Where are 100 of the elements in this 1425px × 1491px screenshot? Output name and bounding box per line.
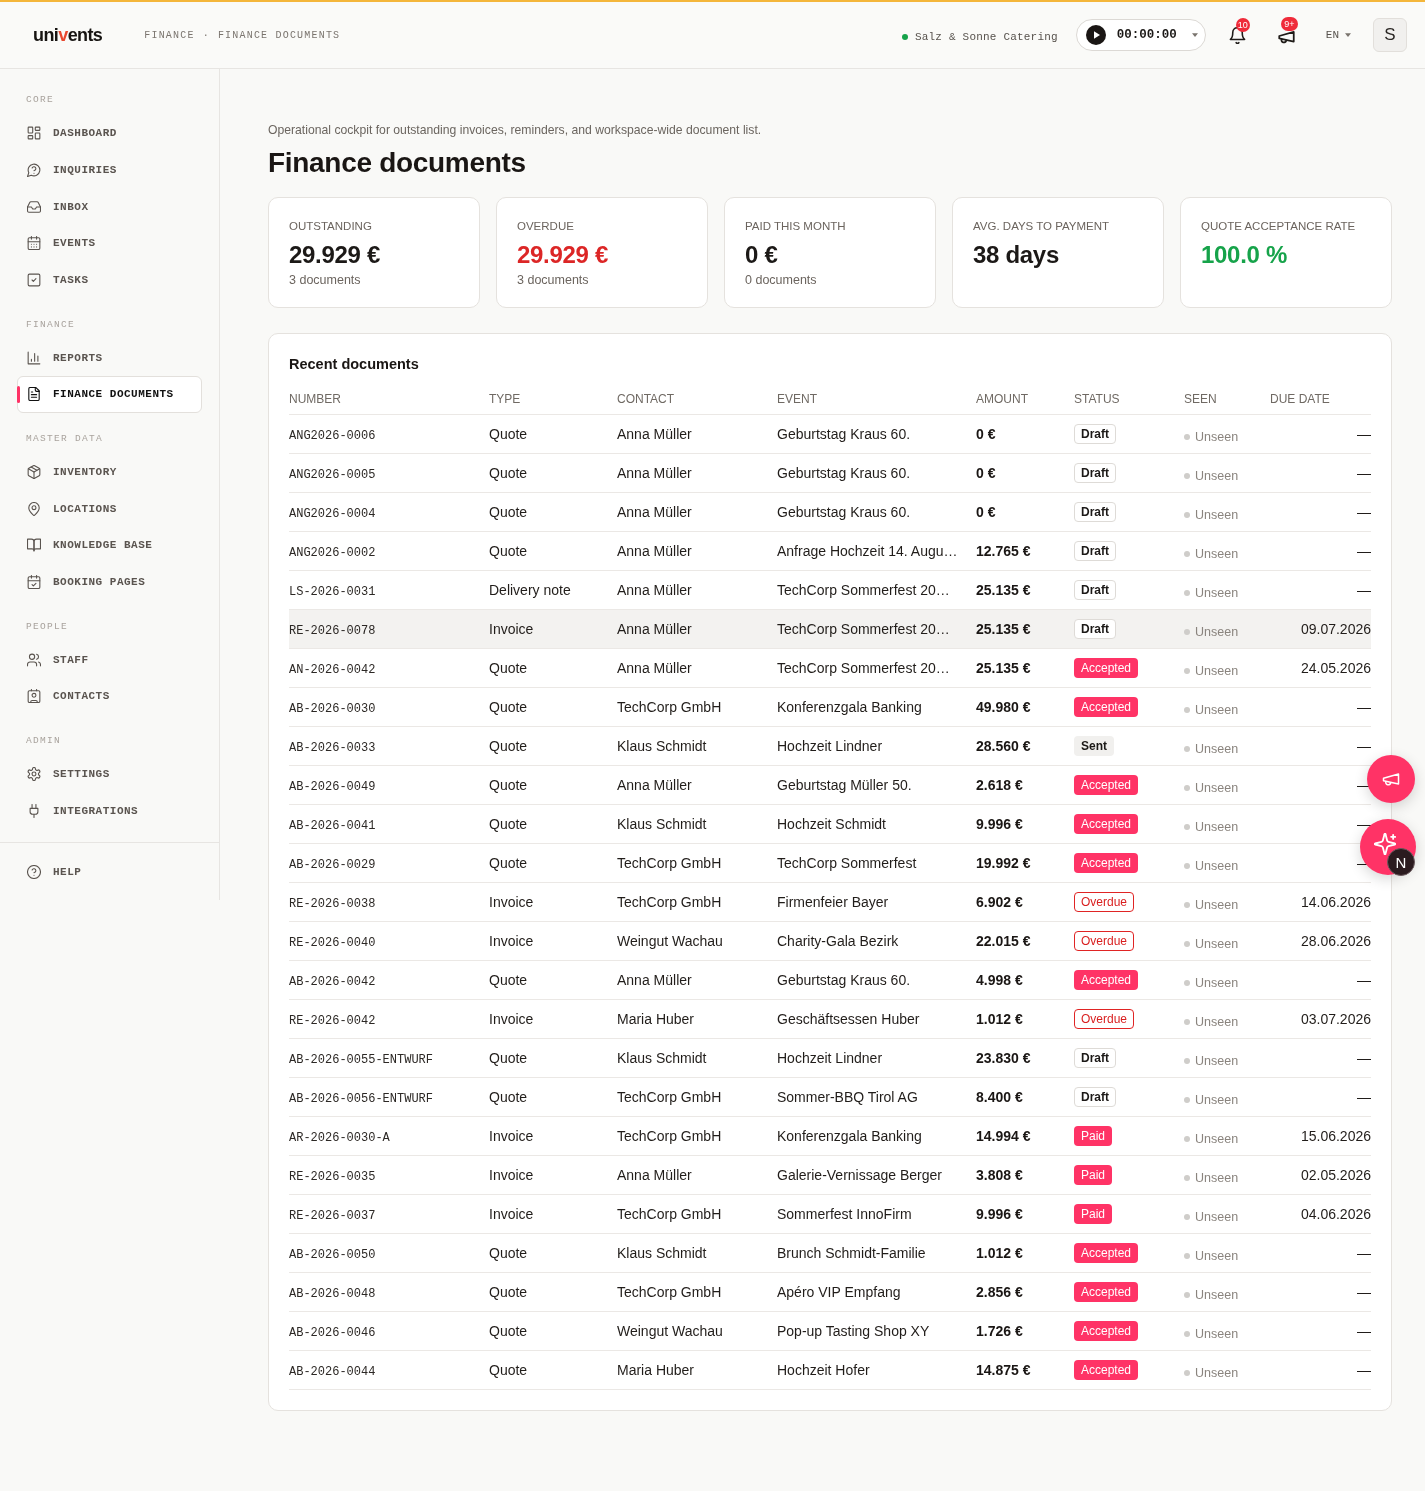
- event-name: Geburtstag Kraus 60.: [777, 465, 911, 481]
- due-date: —: [1357, 1050, 1371, 1066]
- table-row[interactable]: AB-2026-0044 Quote Maria Huber Hochzeit Hofer 14.875 € Accepted Unseen —: [289, 1350, 1371, 1390]
- sidebar-item[interactable]: INQUIRIES: [17, 151, 202, 189]
- sidebar-item[interactable]: DASHBOARD: [17, 114, 202, 152]
- document-type: Quote: [489, 426, 528, 442]
- table-row[interactable]: ANG2026-0002 Quote Anna Müller Anfrage Hochzeit 14. Augu… 12.765 € Draft Unseen —: [289, 531, 1371, 571]
- event-name: Firmenfeier Bayer: [777, 894, 889, 910]
- seen-status: Unseen: [1195, 546, 1239, 561]
- table-row[interactable]: RE-2026-0035 Invoice Anna Müller Galerie-Vernissage Berger 3.808 € Paid Unseen 02.05.2026: [289, 1155, 1371, 1195]
- due-date: 04.06.2026: [1300, 1206, 1371, 1222]
- column-header[interactable]: TYPE: [489, 392, 521, 406]
- contact-name: Maria Huber: [617, 1011, 695, 1027]
- sidebar-item[interactable]: STAFF: [17, 641, 202, 678]
- seen-status: Unseen: [1195, 1248, 1239, 1263]
- due-date: —: [1357, 816, 1371, 832]
- sidebar-item[interactable]: KNOWLEDGE BASE: [17, 527, 202, 564]
- map-pin-icon: [27, 501, 41, 516]
- calendar-check-icon: [27, 575, 41, 590]
- amount: 1.012 €: [976, 1245, 1023, 1261]
- sidebar-item[interactable]: INBOX: [17, 188, 202, 225]
- table-row[interactable]: AN-2026-0042 Quote Anna Müller TechCorp Sommerfest 20… 25.135 € Accepted Unseen 24.05.2026: [289, 648, 1371, 688]
- dot-icon: [1184, 1057, 1190, 1064]
- table-row[interactable]: RE-2026-0042 Invoice Maria Huber Geschäftsessen Huber 1.012 € Overdue Unseen 03.07.2026: [289, 999, 1371, 1039]
- document-number: LS-2026-0031: [289, 584, 376, 599]
- event-name: Pop-up Tasting Shop XY: [777, 1323, 930, 1339]
- amount: 25.135 €: [976, 621, 1031, 637]
- event-name: Geburtstag Kraus 60.: [777, 972, 911, 988]
- table-row[interactable]: ANG2026-0004 Quote Anna Müller Geburtstag Kraus 60. 0 € Draft Unseen —: [289, 492, 1371, 532]
- document-type: Quote: [489, 972, 528, 988]
- settings-icon: [27, 766, 41, 781]
- column-header[interactable]: SEEN: [1184, 392, 1217, 406]
- sidebar-item[interactable]: FINANCE DOCUMENTS: [17, 376, 202, 413]
- sidebar-item[interactable]: HELP: [17, 853, 202, 890]
- breadcrumb-link[interactable]: FINANCE: [144, 29, 195, 41]
- table-row[interactable]: RE-2026-0037 Invoice TechCorp GmbH Sommerfest InnoFirm 9.996 € Paid Unseen 04.06.2026: [289, 1194, 1371, 1234]
- breadcrumb-link[interactable]: FINANCE DOCUMENTS: [217, 29, 341, 41]
- document-type: Quote: [489, 1323, 528, 1339]
- sidebar-item[interactable]: INTEGRATIONS: [17, 792, 202, 829]
- table-row[interactable]: AR-2026-0030-A Invoice TechCorp GmbH Konferenzgala Banking 14.994 € Paid Unseen 15.06.2026: [289, 1116, 1371, 1156]
- dot-icon: [1184, 472, 1190, 479]
- sidebar-item[interactable]: TASKS: [17, 261, 202, 299]
- table-row[interactable]: RE-2026-0078 Invoice Anna Müller TechCorp Sommerfest 20… 25.135 € Draft Unseen 09.07.2026: [289, 609, 1371, 649]
- table-row[interactable]: AB-2026-0050 Quote Klaus Schmidt Brunch Schmidt-Familie 1.012 € Accepted Unseen —: [289, 1233, 1371, 1273]
- sidebar-item[interactable]: EVENTS: [17, 225, 202, 262]
- status-badge: Sent: [1074, 736, 1114, 756]
- column-header[interactable]: CONTACT: [617, 392, 675, 406]
- table-row[interactable]: AB-2026-0055-ENTWURF Quote Klaus Schmidt Hochzeit Lindner 23.830 € Draft Unseen —: [289, 1038, 1371, 1078]
- section-label: CORE: [25, 93, 54, 107]
- document-type: Invoice: [489, 933, 534, 949]
- contact-name: TechCorp GmbH: [617, 699, 722, 715]
- contact-name: TechCorp GmbH: [617, 1206, 722, 1222]
- table-row[interactable]: AB-2026-0041 Quote Klaus Schmidt Hochzeit Schmidt 9.996 € Accepted Unseen —: [289, 804, 1371, 844]
- table-row[interactable]: AB-2026-0033 Quote Klaus Schmidt Hochzeit Lindner 28.560 € Sent Unseen —: [289, 726, 1371, 766]
- column-header[interactable]: DUE DATE: [1270, 392, 1330, 406]
- dot-icon: [1184, 1135, 1190, 1142]
- event-name: Geschäftsessen Huber: [777, 1011, 920, 1027]
- document-type: Quote: [489, 738, 528, 754]
- event-name: Hochzeit Lindner: [777, 738, 883, 754]
- kpi-value: 100.0 %: [1201, 240, 1287, 270]
- column-header[interactable]: STATUS: [1074, 392, 1120, 406]
- table-row[interactable]: RE-2026-0040 Invoice Weingut Wachau Charity-Gala Bezirk 22.015 € Overdue Unseen 28.06.2026: [289, 921, 1371, 961]
- section-label: ADMIN: [25, 733, 61, 748]
- caret-icon[interactable]: [1191, 33, 1198, 37]
- seen-status: Unseen: [1195, 429, 1239, 444]
- table-row[interactable]: AB-2026-0046 Quote Weingut Wachau Pop-up Tasting Shop XY 1.726 € Accepted Unseen —: [289, 1311, 1371, 1351]
- table-row[interactable]: AB-2026-0042 Quote Anna Müller Geburtstag Kraus 60. 4.998 € Accepted Unseen —: [289, 960, 1371, 1000]
- table-row[interactable]: AB-2026-0048 Quote TechCorp GmbH Apéro VIP Empfang 2.856 € Accepted Unseen —: [289, 1272, 1371, 1312]
- amount: 49.980 €: [976, 699, 1031, 715]
- table-row[interactable]: AB-2026-0056-ENTWURF Quote TechCorp GmbH Sommer-BBQ Tirol AG 8.400 € Draft Unseen —: [289, 1077, 1371, 1117]
- column-header[interactable]: AMOUNT: [976, 392, 1028, 406]
- column-header[interactable]: NUMBER: [289, 392, 341, 406]
- megaphone-icon[interactable]: [1277, 30, 1295, 45]
- column-header[interactable]: EVENT: [777, 392, 817, 406]
- announcement-button[interactable]: [1367, 755, 1415, 803]
- seen-status: Unseen: [1195, 1170, 1239, 1185]
- sidebar-item[interactable]: CONTACTS: [17, 678, 202, 715]
- table-row[interactable]: LS-2026-0031 Delivery note Anna Müller TechCorp Sommerfest 20… 25.135 € Draft Unseen —: [289, 570, 1371, 610]
- due-date: 28.06.2026: [1300, 933, 1371, 949]
- status-badge: Accepted: [1074, 697, 1139, 717]
- sidebar-item[interactable]: SETTINGS: [17, 755, 202, 793]
- seen-status: Unseen: [1195, 780, 1239, 795]
- due-date: —: [1357, 1089, 1371, 1105]
- sidebar-item[interactable]: LOCATIONS: [17, 490, 202, 527]
- table-row[interactable]: AB-2026-0030 Quote TechCorp GmbH Konferenzgala Banking 49.980 € Accepted Unseen —: [289, 687, 1371, 727]
- status-badge: Overdue: [1074, 892, 1135, 912]
- table-row[interactable]: ANG2026-0005 Quote Anna Müller Geburtstag Kraus 60. 0 € Draft Unseen —: [289, 453, 1371, 493]
- document-type: Quote: [489, 543, 528, 559]
- play-icon[interactable]: [1085, 25, 1106, 45]
- table-row[interactable]: ANG2026-0006 Quote Anna Müller Geburtstag Kraus 60. 0 € Draft Unseen —: [289, 414, 1371, 454]
- bell-icon[interactable]: [1228, 26, 1246, 44]
- kpi-label: PAID THIS MONTH: [745, 219, 846, 234]
- sidebar-item[interactable]: REPORTS: [17, 339, 202, 376]
- table-row[interactable]: RE-2026-0038 Invoice TechCorp GmbH Firmenfeier Bayer 6.902 € Overdue Unseen 14.06.2026: [289, 882, 1371, 922]
- contact-name: Anna Müller: [617, 582, 692, 598]
- sidebar-item[interactable]: INVENTORY: [17, 453, 202, 491]
- language-select[interactable]: EN: [1325, 29, 1351, 41]
- avatar-button[interactable]: S: [1373, 18, 1407, 52]
- sidebar-item[interactable]: BOOKING PAGES: [17, 563, 202, 601]
- seen-status: Unseen: [1195, 585, 1239, 600]
